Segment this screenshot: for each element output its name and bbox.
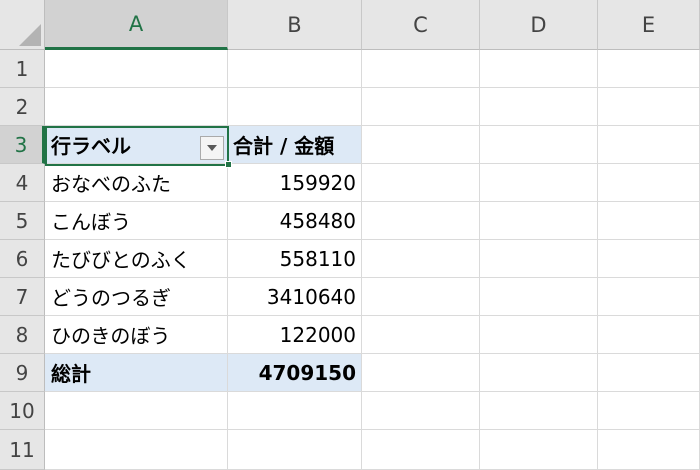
pivot-item-label[interactable]: ひのきのぼう xyxy=(45,316,228,354)
cell-e11[interactable] xyxy=(598,430,700,470)
pivot-item-label[interactable]: どうのつるぎ xyxy=(45,278,228,316)
cell-c8[interactable] xyxy=(362,316,480,354)
cell-c10[interactable] xyxy=(362,392,480,430)
cell-e2[interactable] xyxy=(598,88,700,126)
cell-c1[interactable] xyxy=(362,50,480,88)
pivot-grand-total-value[interactable]: 4709150 xyxy=(228,354,362,392)
column-header-b[interactable]: B xyxy=(228,0,362,50)
cell-c3[interactable] xyxy=(362,126,480,164)
pivot-item-value[interactable]: 558110 xyxy=(228,240,362,278)
cell-e3[interactable] xyxy=(598,126,700,164)
row-header-8[interactable]: 8 xyxy=(0,316,45,354)
cell-c2[interactable] xyxy=(362,88,480,126)
cell-e8[interactable] xyxy=(598,316,700,354)
cell-b11[interactable] xyxy=(228,430,362,470)
pivot-item-value[interactable]: 458480 xyxy=(228,202,362,240)
spreadsheet-grid: A B C D E 1 2 3 4 5 6 7 8 9 10 11 行ラベル 合… xyxy=(0,0,700,470)
cell-e4[interactable] xyxy=(598,164,700,202)
row-header-6[interactable]: 6 xyxy=(0,240,45,278)
fill-handle[interactable] xyxy=(225,161,232,168)
pivot-item-value[interactable]: 159920 xyxy=(228,164,362,202)
row-header-1[interactable]: 1 xyxy=(0,50,45,88)
cell-e7[interactable] xyxy=(598,278,700,316)
pivot-item-label[interactable]: おなべのふた xyxy=(45,164,228,202)
cell-d10[interactable] xyxy=(480,392,598,430)
cell-e9[interactable] xyxy=(598,354,700,392)
cell-c5[interactable] xyxy=(362,202,480,240)
select-all-triangle-icon xyxy=(19,24,41,46)
row-header-9[interactable]: 9 xyxy=(0,354,45,392)
cell-d4[interactable] xyxy=(480,164,598,202)
cell-e5[interactable] xyxy=(598,202,700,240)
cell-c4[interactable] xyxy=(362,164,480,202)
cell-d5[interactable] xyxy=(480,202,598,240)
cell-d8[interactable] xyxy=(480,316,598,354)
cell-d2[interactable] xyxy=(480,88,598,126)
pivot-value-header[interactable]: 合計 / 金額 xyxy=(228,126,362,164)
cell-d7[interactable] xyxy=(480,278,598,316)
cell-a2[interactable] xyxy=(45,88,228,126)
row-header-5[interactable]: 5 xyxy=(0,202,45,240)
pivot-row-labels-text: 行ラベル xyxy=(51,134,131,158)
row-header-3[interactable]: 3 xyxy=(0,126,45,164)
row-header-7[interactable]: 7 xyxy=(0,278,45,316)
pivot-grand-total-label[interactable]: 総計 xyxy=(45,354,228,392)
column-header-a[interactable]: A xyxy=(45,0,228,50)
select-all-corner[interactable] xyxy=(0,0,45,50)
cell-c7[interactable] xyxy=(362,278,480,316)
cell-e10[interactable] xyxy=(598,392,700,430)
cell-d6[interactable] xyxy=(480,240,598,278)
cell-c11[interactable] xyxy=(362,430,480,470)
pivot-item-label[interactable]: たびびとのふく xyxy=(45,240,228,278)
cell-e1[interactable] xyxy=(598,50,700,88)
cell-d11[interactable] xyxy=(480,430,598,470)
row-header-11[interactable]: 11 xyxy=(0,430,45,470)
cell-b10[interactable] xyxy=(228,392,362,430)
cell-a10[interactable] xyxy=(45,392,228,430)
row-labels-filter-button[interactable] xyxy=(200,136,224,160)
cell-a1[interactable] xyxy=(45,50,228,88)
pivot-item-value[interactable]: 3410640 xyxy=(228,278,362,316)
cell-e6[interactable] xyxy=(598,240,700,278)
cell-b1[interactable] xyxy=(228,50,362,88)
pivot-item-value[interactable]: 122000 xyxy=(228,316,362,354)
dropdown-arrow-icon xyxy=(207,145,217,151)
cell-d9[interactable] xyxy=(480,354,598,392)
row-header-10[interactable]: 10 xyxy=(0,392,45,430)
column-header-d[interactable]: D xyxy=(480,0,598,50)
pivot-value-header-text: 合計 / 金額 xyxy=(233,134,335,158)
column-header-c[interactable]: C xyxy=(362,0,480,50)
row-header-2[interactable]: 2 xyxy=(0,88,45,126)
column-header-e[interactable]: E xyxy=(598,0,700,50)
cell-a11[interactable] xyxy=(45,430,228,470)
cell-d3[interactable] xyxy=(480,126,598,164)
pivot-item-label[interactable]: こんぼう xyxy=(45,202,228,240)
row-header-4[interactable]: 4 xyxy=(0,164,45,202)
cell-b2[interactable] xyxy=(228,88,362,126)
cell-d1[interactable] xyxy=(480,50,598,88)
cell-c9[interactable] xyxy=(362,354,480,392)
cell-c6[interactable] xyxy=(362,240,480,278)
